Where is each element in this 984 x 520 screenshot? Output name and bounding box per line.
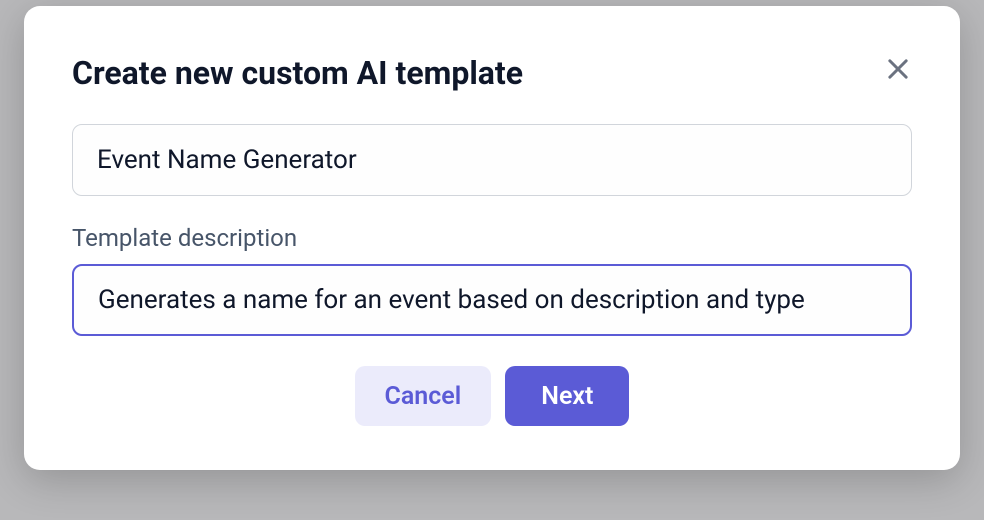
template-description-field-group: Template description [72,224,912,336]
template-name-input[interactable] [72,124,912,196]
close-button[interactable] [880,52,916,88]
close-icon [884,55,912,86]
template-description-input[interactable] [72,264,912,336]
template-description-label: Template description [72,224,912,252]
next-button[interactable]: Next [505,366,629,426]
template-name-field-group [72,124,912,196]
modal-button-row: Cancel Next [72,366,912,426]
create-template-modal: Create new custom AI template Template d… [24,6,960,470]
modal-title: Create new custom AI template [72,54,912,92]
cancel-button[interactable]: Cancel [355,366,492,426]
